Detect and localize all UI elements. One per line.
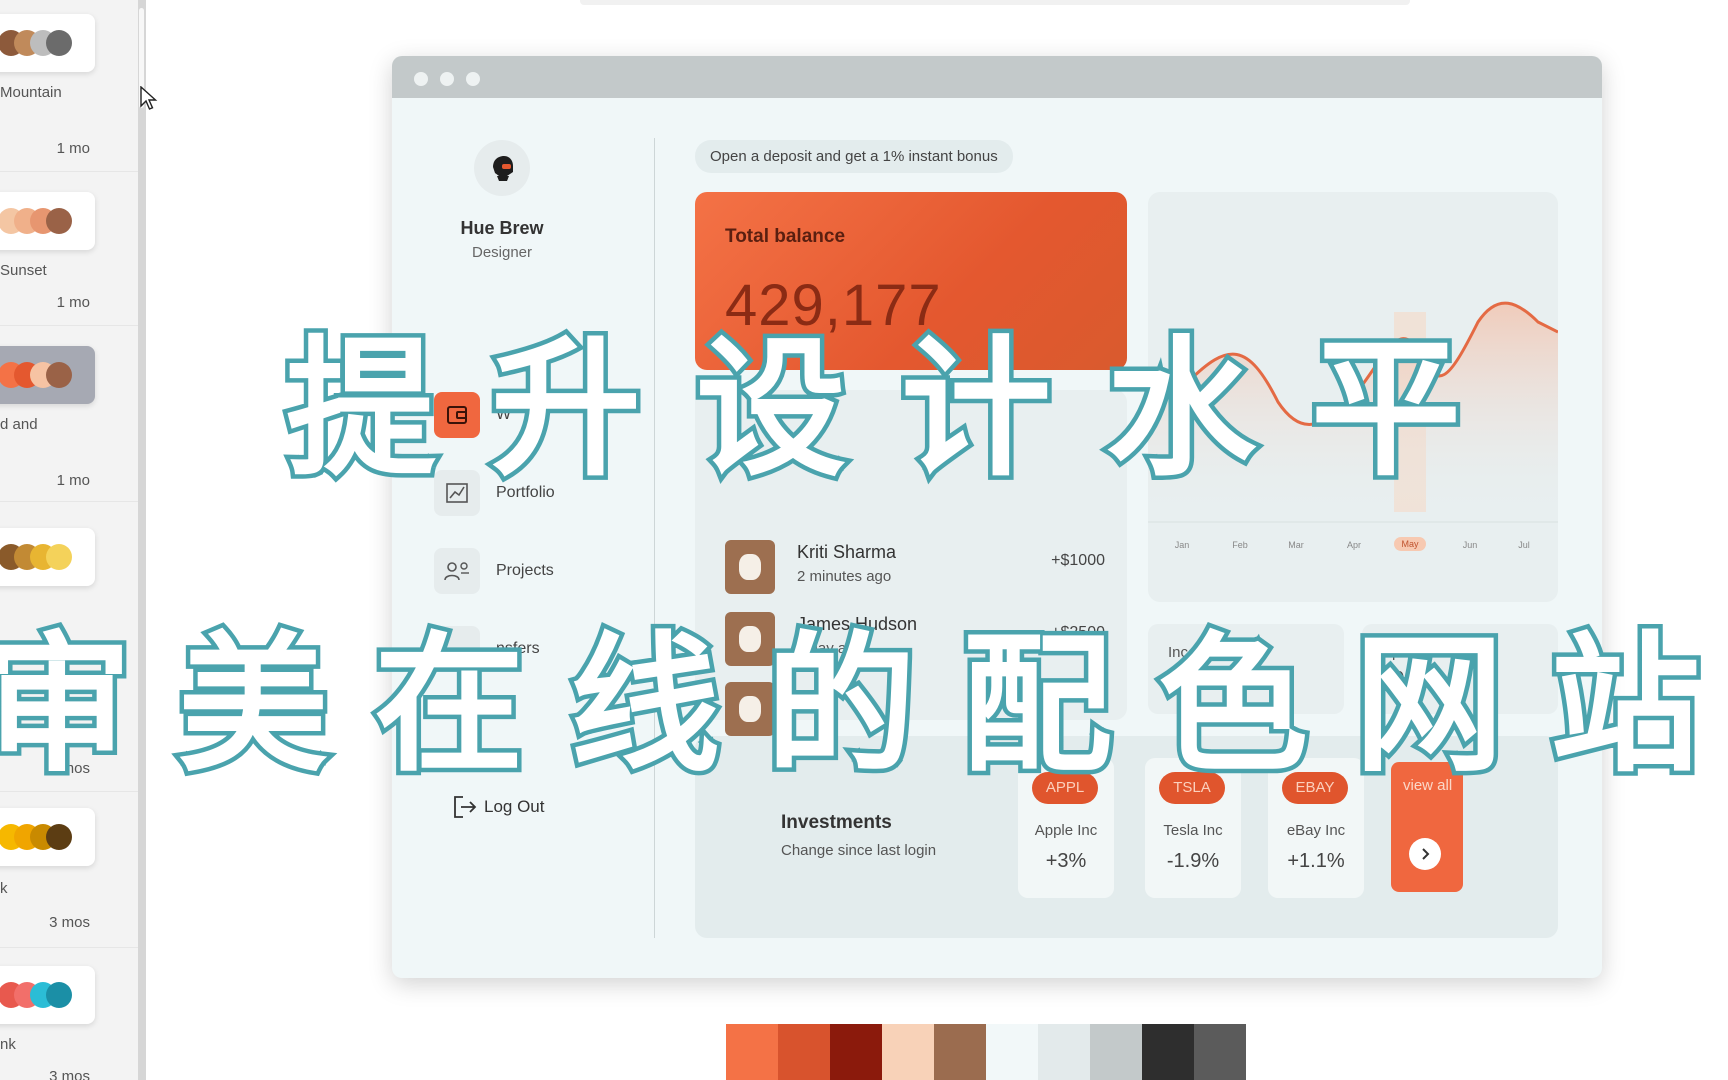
palette-time: 1 mo xyxy=(56,140,90,157)
palette-swatch-card[interactable] xyxy=(0,966,95,1024)
color-dot xyxy=(46,208,72,234)
overlay-caption-line-2: 审美在线的配色网站 xyxy=(0,615,1728,798)
palette-swatch-card[interactable] xyxy=(0,346,95,404)
palette-swatch[interactable] xyxy=(726,1024,778,1080)
window-dot[interactable] xyxy=(466,72,480,86)
investments-subtitle: Change since last login xyxy=(781,842,937,859)
palette-swatch-card[interactable] xyxy=(0,192,95,250)
palette-swatch[interactable] xyxy=(1142,1024,1194,1080)
profile-name: Hue Brew xyxy=(460,218,544,238)
palette-name: k xyxy=(0,880,8,897)
palette-list-item[interactable]: k 3 mos xyxy=(0,792,138,948)
palette-time: 3 mos xyxy=(49,1068,90,1080)
window-dot[interactable] xyxy=(440,72,454,86)
mouse-cursor-icon xyxy=(140,86,158,110)
color-dot xyxy=(46,362,72,388)
palette-swatch-card[interactable] xyxy=(0,808,95,866)
nav-label: Projects xyxy=(496,562,554,579)
transaction-time: 2 minutes ago xyxy=(797,568,892,585)
palette-time: 1 mo xyxy=(56,294,90,311)
profile-avatar-icon xyxy=(493,156,513,181)
sidebar-scrollbar[interactable] xyxy=(138,0,146,1080)
palette-swatch[interactable] xyxy=(882,1024,934,1080)
palette-name: nk xyxy=(0,1036,16,1053)
palette-name: Sunset xyxy=(0,262,47,279)
palette-swatch[interactable] xyxy=(1038,1024,1090,1080)
color-dot xyxy=(46,544,72,570)
window-dot[interactable] xyxy=(414,72,428,86)
profile-role: Designer xyxy=(471,244,533,261)
color-dot xyxy=(46,30,72,56)
bonus-banner[interactable]: Open a deposit and get a 1% instant bonu… xyxy=(695,140,1013,173)
stock-name: Apple Inc xyxy=(1034,822,1098,839)
month-label: Jun xyxy=(1462,540,1478,550)
palette-swatch[interactable] xyxy=(1090,1024,1142,1080)
overlay-caption-line-1: 提升设计水平 xyxy=(281,319,1517,502)
balance-label: Total balance xyxy=(725,226,846,247)
palette-swatch-card[interactable] xyxy=(0,528,95,586)
palette-sidebar: Mountain 1 mo Sunset 1 mo d and 1 mo 3 m… xyxy=(0,0,138,1080)
transaction-name: Kriti Sharma xyxy=(797,542,897,562)
stock-name: eBay Inc xyxy=(1286,822,1346,839)
palette-swatch[interactable] xyxy=(934,1024,986,1080)
color-dot xyxy=(46,982,72,1008)
month-label: Jul xyxy=(1518,540,1530,550)
palette-swatch[interactable] xyxy=(986,1024,1038,1080)
stock-change: +3% xyxy=(1045,850,1087,872)
palette-swatch[interactable] xyxy=(830,1024,882,1080)
window-titlebar xyxy=(392,56,1602,98)
palette-name: d and xyxy=(0,416,38,433)
palette-time: 3 mos xyxy=(49,914,90,931)
color-dot xyxy=(46,824,72,850)
dashboard-mockup-window: Hue Brew Designer W Portfolio Projects n… xyxy=(392,56,1602,978)
month-label: Feb xyxy=(1232,540,1248,550)
stock-change: +1.1% xyxy=(1287,850,1345,872)
palette-swatch[interactable] xyxy=(778,1024,830,1080)
stock-change: -1.9% xyxy=(1166,850,1220,872)
palette-strip xyxy=(726,1024,1246,1080)
investments-title: Investments xyxy=(781,812,892,833)
stock-name: Tesla Inc xyxy=(1163,822,1223,839)
palette-name: Mountain xyxy=(0,84,62,101)
palette-swatch[interactable] xyxy=(1194,1024,1246,1080)
month-label: Jan xyxy=(1174,540,1190,550)
month-label: Apr xyxy=(1346,540,1361,550)
palette-list-item[interactable]: d and 1 mo xyxy=(0,326,138,502)
month-label: Mar xyxy=(1288,540,1304,550)
avatar[interactable] xyxy=(474,140,530,196)
palette-time: 1 mo xyxy=(56,472,90,489)
nav-divider xyxy=(654,138,655,938)
palette-list-item[interactable]: nk 3 mos xyxy=(0,948,138,1080)
palette-list-item[interactable]: Mountain 1 mo xyxy=(0,0,138,172)
top-strip xyxy=(580,0,1410,5)
palette-list-item[interactable]: Sunset 1 mo xyxy=(0,172,138,326)
month-label-active[interactable]: May xyxy=(1394,537,1426,551)
transaction-amount: +$1000 xyxy=(1051,552,1105,569)
palette-swatch-card[interactable] xyxy=(0,14,95,72)
chevron-right-icon[interactable] xyxy=(1409,838,1441,870)
